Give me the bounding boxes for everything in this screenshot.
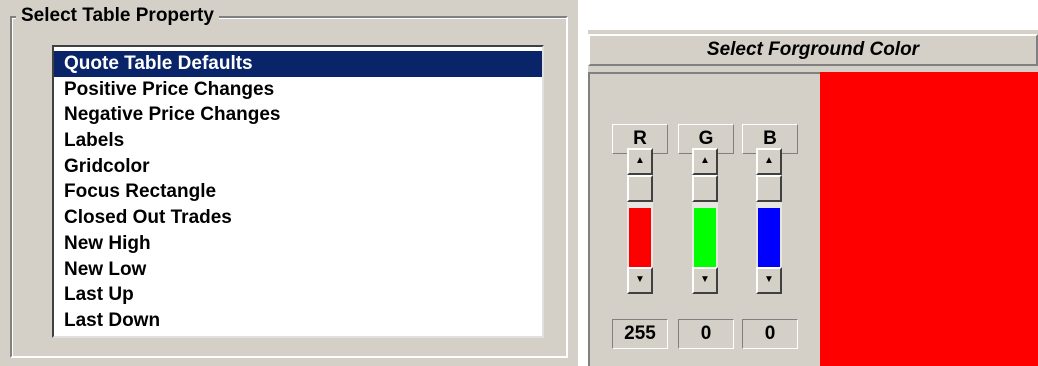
list-item-gridcolor[interactable]: Gridcolor	[54, 154, 542, 180]
list-item-focus-rectangle[interactable]: Focus Rectangle	[54, 179, 542, 205]
color-preview-swatch	[820, 72, 1038, 366]
red-slider-thumb[interactable]	[627, 175, 653, 202]
green-level-fill	[694, 208, 716, 268]
table-property-list: Quote Table Defaults Positive Price Chan…	[54, 47, 542, 334]
list-item-new-low[interactable]: New Low	[54, 257, 542, 283]
green-up-arrow-icon[interactable]: ▲	[692, 148, 718, 175]
table-property-panel: Select Table Property Quote Table Defaul…	[0, 0, 578, 366]
list-item-positive-price-changes[interactable]: Positive Price Changes	[54, 77, 542, 103]
group-title: Select Table Property	[16, 4, 219, 28]
red-value: 255	[612, 319, 668, 349]
blue-slider-thumb[interactable]	[756, 175, 782, 202]
red-level-fill	[629, 208, 651, 268]
blue-up-arrow-icon[interactable]: ▲	[756, 148, 782, 175]
list-item-last-down[interactable]: Last Down	[54, 308, 542, 334]
list-item-closed-out-trades[interactable]: Closed Out Trades	[54, 205, 542, 231]
color-picker-title: Select Forground Color	[588, 34, 1038, 66]
table-property-listbox[interactable]: Quote Table Defaults Positive Price Chan…	[52, 45, 544, 338]
green-slider[interactable]: ▲ ▼	[692, 148, 718, 294]
green-value: 0	[678, 319, 734, 349]
green-slider-thumb[interactable]	[692, 175, 718, 202]
list-item-labels[interactable]: Labels	[54, 128, 542, 154]
blue-slider[interactable]: ▲ ▼	[756, 148, 782, 294]
green-down-arrow-icon[interactable]: ▼	[692, 267, 718, 294]
red-slider[interactable]: ▲ ▼	[627, 148, 653, 294]
blue-down-arrow-icon[interactable]: ▼	[756, 267, 782, 294]
list-item-negative-price-changes[interactable]: Negative Price Changes	[54, 102, 542, 128]
blue-value: 0	[742, 319, 798, 349]
red-down-arrow-icon[interactable]: ▼	[627, 267, 653, 294]
list-item-new-high[interactable]: New High	[54, 231, 542, 257]
red-up-arrow-icon[interactable]: ▲	[627, 148, 653, 175]
list-item-last-up[interactable]: Last Up	[54, 282, 542, 308]
list-item-quote-table-defaults[interactable]: Quote Table Defaults	[54, 51, 542, 77]
blue-level-fill	[758, 208, 780, 268]
